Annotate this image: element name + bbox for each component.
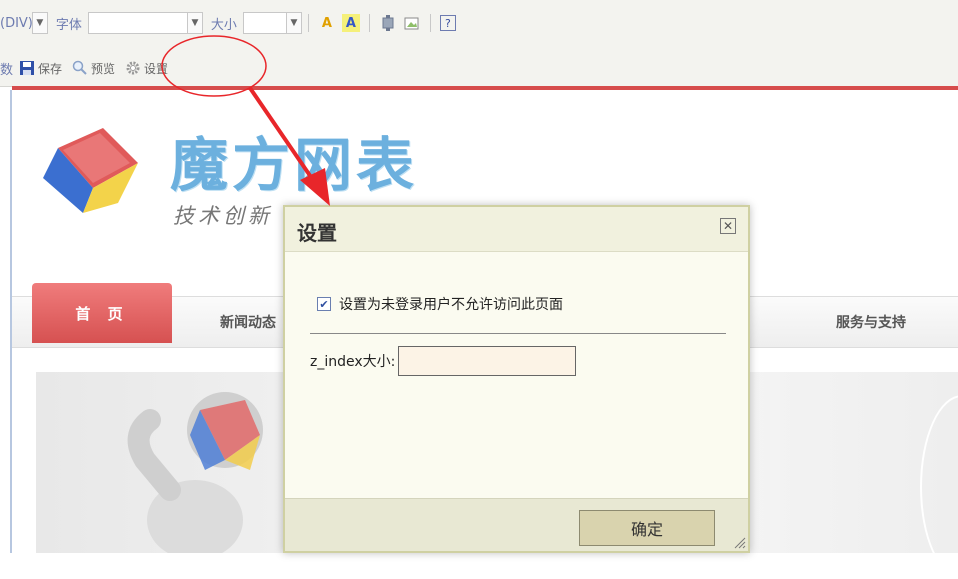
settings-label: 设置 (144, 61, 169, 76)
save-icon (19, 60, 35, 76)
toolbar-divider (429, 14, 431, 32)
preview-label: 预览 (91, 61, 116, 76)
cube-logo-icon (38, 118, 148, 218)
login-required-label: 设置为未登录用户不允许访问此页面 (339, 297, 563, 313)
toolbar-row-format: (DIV) ▼ 字体 ▼ 大小 ▼ A A ? (0, 10, 459, 36)
toolbar-truncated-label: 数 (0, 62, 14, 78)
image-icon[interactable] (403, 14, 421, 32)
mascot-figure-image (127, 392, 263, 553)
size-dropdown-button[interactable]: ▼ (285, 12, 302, 34)
element-type-label: (DIV) (0, 15, 33, 31)
toolbar-row-actions: 数 保存 预览 设置 (0, 56, 178, 80)
font-select[interactable] (87, 12, 188, 34)
dialog-body: ✔ 设置为未登录用户不允许访问此页面 z_index大小: (285, 251, 748, 501)
dialog-title-bar[interactable]: 设置 ✕ (285, 207, 748, 252)
nav-item-service[interactable]: 服务与支持 (836, 312, 906, 332)
page-header-bar (12, 86, 958, 90)
help-icon[interactable]: ? (439, 15, 456, 31)
font-color-icon[interactable]: A (318, 14, 336, 32)
settings-button[interactable]: 设置 (125, 60, 168, 77)
toolbar-divider (307, 14, 309, 32)
save-label: 保存 (38, 61, 63, 76)
highlight-color-icon[interactable]: A (341, 14, 360, 32)
brand-title: 魔方网表 (170, 131, 419, 199)
nav-item-home[interactable]: 首 页 (32, 283, 172, 343)
dialog-divider (310, 333, 726, 334)
resize-grip-icon[interactable] (732, 535, 746, 549)
font-label: 字体 (55, 17, 82, 33)
nav-item-news[interactable]: 新闻动态 (220, 312, 276, 332)
dialog-title: 设置 (297, 221, 337, 245)
size-label: 大小 (210, 17, 237, 33)
brand-slogan: 技术创新 (173, 204, 273, 228)
size-select[interactable] (242, 12, 287, 34)
close-icon[interactable]: ✕ (720, 218, 736, 234)
ok-button[interactable]: 确定 (579, 510, 715, 546)
zindex-label: z_index大小: (310, 354, 396, 370)
component-icon[interactable] (379, 14, 397, 32)
toolbar-divider (368, 14, 370, 32)
settings-dialog: 设置 ✕ ✔ 设置为未登录用户不允许访问此页面 z_index大小: 确定 (283, 205, 750, 553)
magnifier-icon (72, 60, 88, 76)
editor-toolbar: (DIV) ▼ 字体 ▼ 大小 ▼ A A ? 数 保存 预览 设置 (0, 0, 958, 87)
zindex-input[interactable] (398, 346, 577, 376)
dialog-footer: 确定 (285, 498, 748, 551)
zindex-row: z_index大小: (310, 346, 577, 376)
gear-icon (125, 60, 141, 76)
font-dropdown-button[interactable]: ▼ (186, 12, 203, 34)
element-type-dropdown[interactable]: ▼ (31, 12, 48, 34)
login-required-checkbox[interactable]: ✔ (317, 297, 331, 311)
save-button[interactable]: 保存 (19, 60, 62, 77)
login-required-option: ✔ 设置为未登录用户不允许访问此页面 (317, 294, 563, 314)
preview-button[interactable]: 预览 (72, 60, 115, 77)
